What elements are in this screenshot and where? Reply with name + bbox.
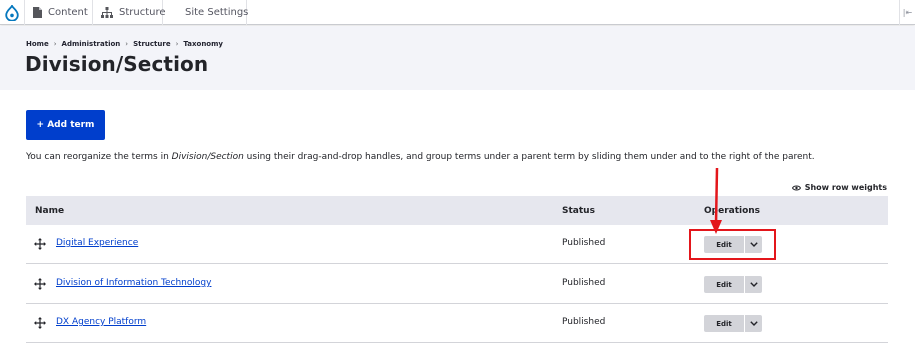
sitemap-icon bbox=[101, 7, 113, 18]
drupal-logo-icon[interactable] bbox=[0, 0, 25, 25]
toolbar-content[interactable]: Content bbox=[25, 0, 93, 25]
term-link[interactable]: Digital Experience bbox=[56, 238, 138, 248]
term-link[interactable]: DX Agency Platform bbox=[56, 317, 146, 327]
edit-button[interactable]: Edit bbox=[704, 315, 744, 332]
table-header: Name Status Operations bbox=[26, 196, 888, 225]
breadcrumb-home[interactable]: Home bbox=[26, 40, 49, 48]
file-icon bbox=[33, 7, 42, 18]
drag-handle-icon[interactable] bbox=[34, 317, 46, 329]
annotation-highlight-box bbox=[689, 229, 776, 260]
term-link[interactable]: Division of Information Technology bbox=[56, 278, 211, 288]
operations-dropbutton: Edit bbox=[704, 315, 762, 332]
admin-toolbar: Content Structure Site Settings |⇤ bbox=[0, 0, 915, 25]
show-row-weights-link[interactable]: Show row weights bbox=[791, 183, 887, 192]
table-row: Division of Information Technology Publi… bbox=[26, 265, 888, 304]
add-term-button[interactable]: + Add term bbox=[26, 110, 105, 140]
breadcrumb-administration[interactable]: Administration bbox=[62, 40, 121, 48]
vocabulary-name: Division/Section bbox=[171, 152, 244, 162]
column-status: Status bbox=[562, 205, 595, 216]
breadcrumb-separator: › bbox=[175, 40, 179, 48]
drag-handle-icon[interactable] bbox=[34, 278, 46, 290]
toolbar-structure[interactable]: Structure bbox=[93, 0, 166, 25]
help-text: You can reorganize the terms in Division… bbox=[26, 152, 815, 162]
term-status: Published bbox=[562, 238, 606, 248]
drag-handle-icon[interactable] bbox=[34, 238, 46, 250]
edit-button[interactable]: Edit bbox=[704, 276, 744, 293]
breadcrumb-separator: › bbox=[125, 40, 129, 48]
page-title: Division/Section bbox=[25, 52, 209, 76]
annotation-arrow bbox=[710, 168, 722, 234]
operations-toggle[interactable] bbox=[744, 276, 762, 293]
breadcrumb: Home › Administration › Structure › Taxonomy bbox=[26, 40, 223, 48]
breadcrumb-taxonomy[interactable]: Taxonomy bbox=[183, 40, 223, 48]
term-status: Published bbox=[562, 278, 606, 288]
table-row: DX Agency Platform Published Edit bbox=[26, 304, 888, 343]
eye-icon bbox=[791, 185, 801, 191]
term-status: Published bbox=[562, 317, 606, 327]
toolbar-site-settings[interactable]: Site Settings bbox=[163, 0, 248, 25]
chevron-down-icon bbox=[749, 282, 758, 287]
toolbar-orientation-icon[interactable]: |⇤ bbox=[899, 0, 915, 25]
column-name: Name bbox=[35, 205, 65, 216]
chevron-down-icon bbox=[749, 321, 758, 326]
breadcrumb-structure[interactable]: Structure bbox=[133, 40, 171, 48]
operations-dropbutton: Edit bbox=[704, 276, 762, 293]
breadcrumb-separator: › bbox=[53, 40, 57, 48]
operations-toggle[interactable] bbox=[744, 315, 762, 332]
